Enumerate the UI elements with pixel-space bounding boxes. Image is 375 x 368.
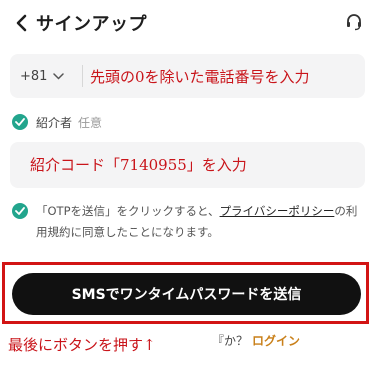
login-row: 『か？ ログイン <box>212 332 300 349</box>
referral-code-input[interactable] <box>10 142 365 188</box>
annotation-note: 最後にボタンを押す↑ <box>8 336 156 354</box>
referral-label: 紹介者 <box>36 115 73 130</box>
consent-checkbox[interactable]: 「OTPを送信」をクリックすると、プライバシーポリシーの利用規約に同意したことに… <box>12 201 362 243</box>
page-title: サインアップ <box>36 14 147 35</box>
login-prompt: 『か？ <box>212 334 249 348</box>
country-code-select[interactable]: +81 <box>20 54 80 98</box>
consent-text: 「OTPを送信」をクリックすると、プライバシーポリシーの利用規約に同意したことに… <box>36 201 362 243</box>
check-circle-icon <box>12 114 28 130</box>
chevron-left-icon <box>16 14 27 32</box>
send-otp-button[interactable]: SMSでワンタイムパスワードを送信 <box>12 273 361 315</box>
back-button[interactable] <box>10 12 32 34</box>
phone-number-input[interactable] <box>88 54 366 100</box>
referral-optional-tag: 任意 <box>78 115 103 130</box>
login-link[interactable]: ログイン <box>252 334 300 348</box>
consent-prefix: 「OTPを送信」をクリックすると、 <box>36 204 220 218</box>
check-circle-icon <box>12 203 28 219</box>
phone-field-row: +81 <box>10 54 366 100</box>
chevron-down-icon <box>53 72 65 80</box>
country-code-value: +81 <box>20 68 48 84</box>
headset-icon <box>347 14 361 31</box>
support-button[interactable] <box>342 10 366 34</box>
privacy-policy-link[interactable]: プライバシーポリシー <box>220 204 335 218</box>
country-code-divider <box>82 65 83 87</box>
header: サインアップ <box>0 0 375 46</box>
referral-toggle[interactable]: 紹介者 任意 <box>12 112 102 132</box>
